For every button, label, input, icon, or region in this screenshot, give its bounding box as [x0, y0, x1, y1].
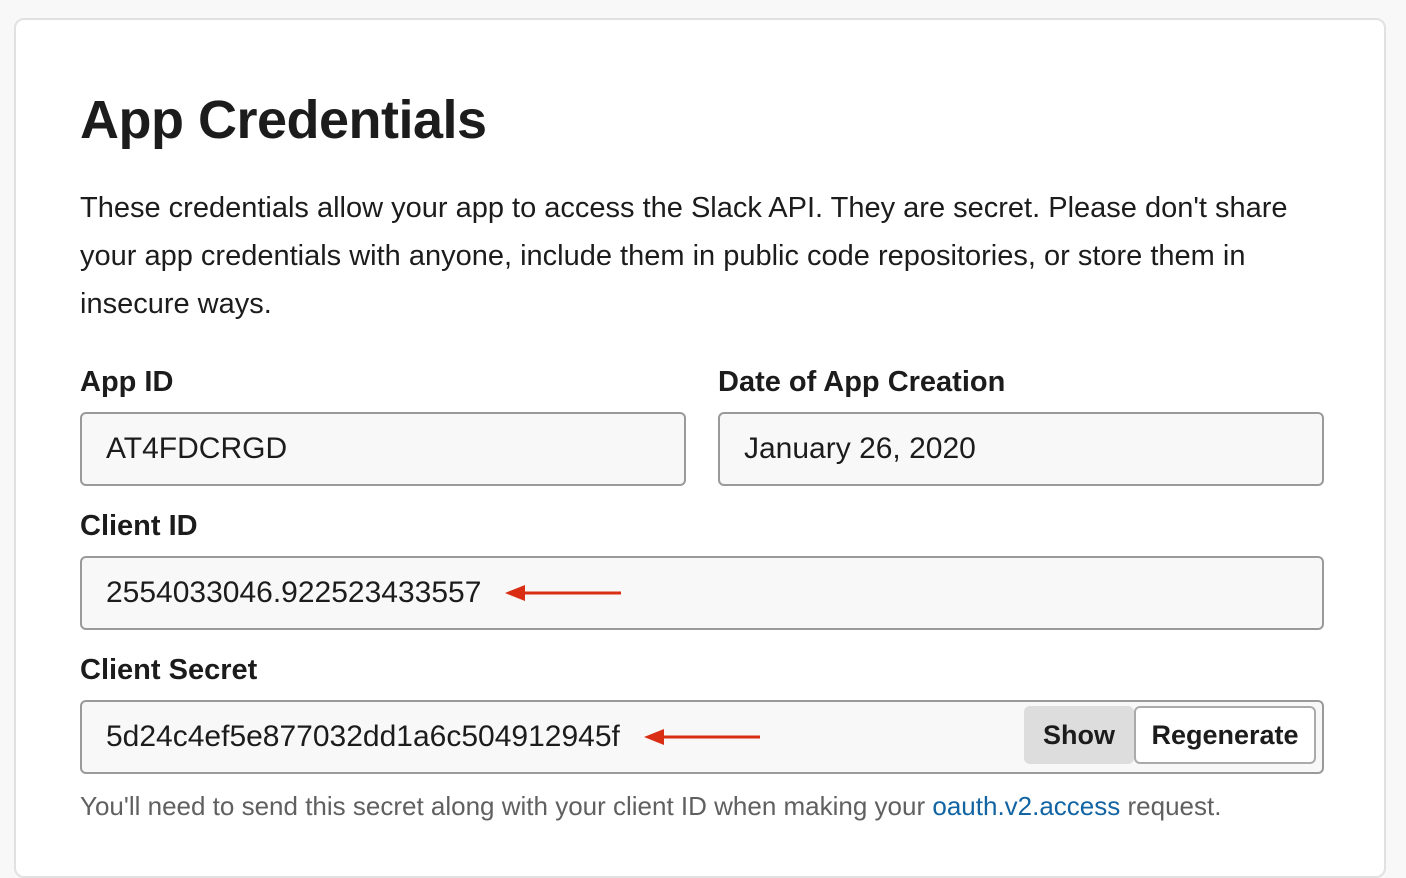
show-secret-button[interactable]: Show — [1024, 706, 1134, 764]
creation-date-label: Date of App Creation — [718, 366, 1006, 398]
app-id-field[interactable]: AT4FDCRGD — [80, 412, 686, 486]
client-secret-label: Client Secret — [80, 654, 258, 686]
client-secret-value[interactable]: 5d24c4ef5e877032dd1a6c504912945f — [106, 720, 620, 754]
client-secret-hint: You'll need to send this secret along wi… — [80, 786, 1221, 826]
app-id-value[interactable]: AT4FDCRGD — [106, 432, 287, 466]
creation-date-value[interactable]: January 26, 2020 — [744, 432, 976, 466]
oauth-access-link[interactable]: oauth.v2.access — [932, 791, 1120, 821]
hint-text-after: request. — [1120, 791, 1222, 821]
left-arrow-icon — [643, 729, 760, 745]
client-id-field[interactable]: 2554033046.922523433557 — [80, 556, 1324, 630]
client-secret-field[interactable]: 5d24c4ef5e877032dd1a6c504912945f Show Re… — [80, 700, 1324, 774]
hint-text-before: You'll need to send this secret along wi… — [80, 791, 933, 821]
client-id-label: Client ID — [80, 510, 198, 542]
credentials-description: These credentials allow your app to acce… — [80, 192, 1288, 320]
app-id-label: App ID — [80, 366, 174, 398]
app-credentials-card: App Credentials These credentials allow … — [14, 18, 1386, 878]
left-arrow-icon — [505, 585, 622, 601]
page-title: App Credentials — [80, 90, 487, 150]
client-id-value[interactable]: 2554033046.922523433557 — [106, 576, 481, 610]
creation-date-field[interactable]: January 26, 2020 — [718, 412, 1324, 486]
regenerate-secret-button[interactable]: Regenerate — [1134, 706, 1316, 764]
